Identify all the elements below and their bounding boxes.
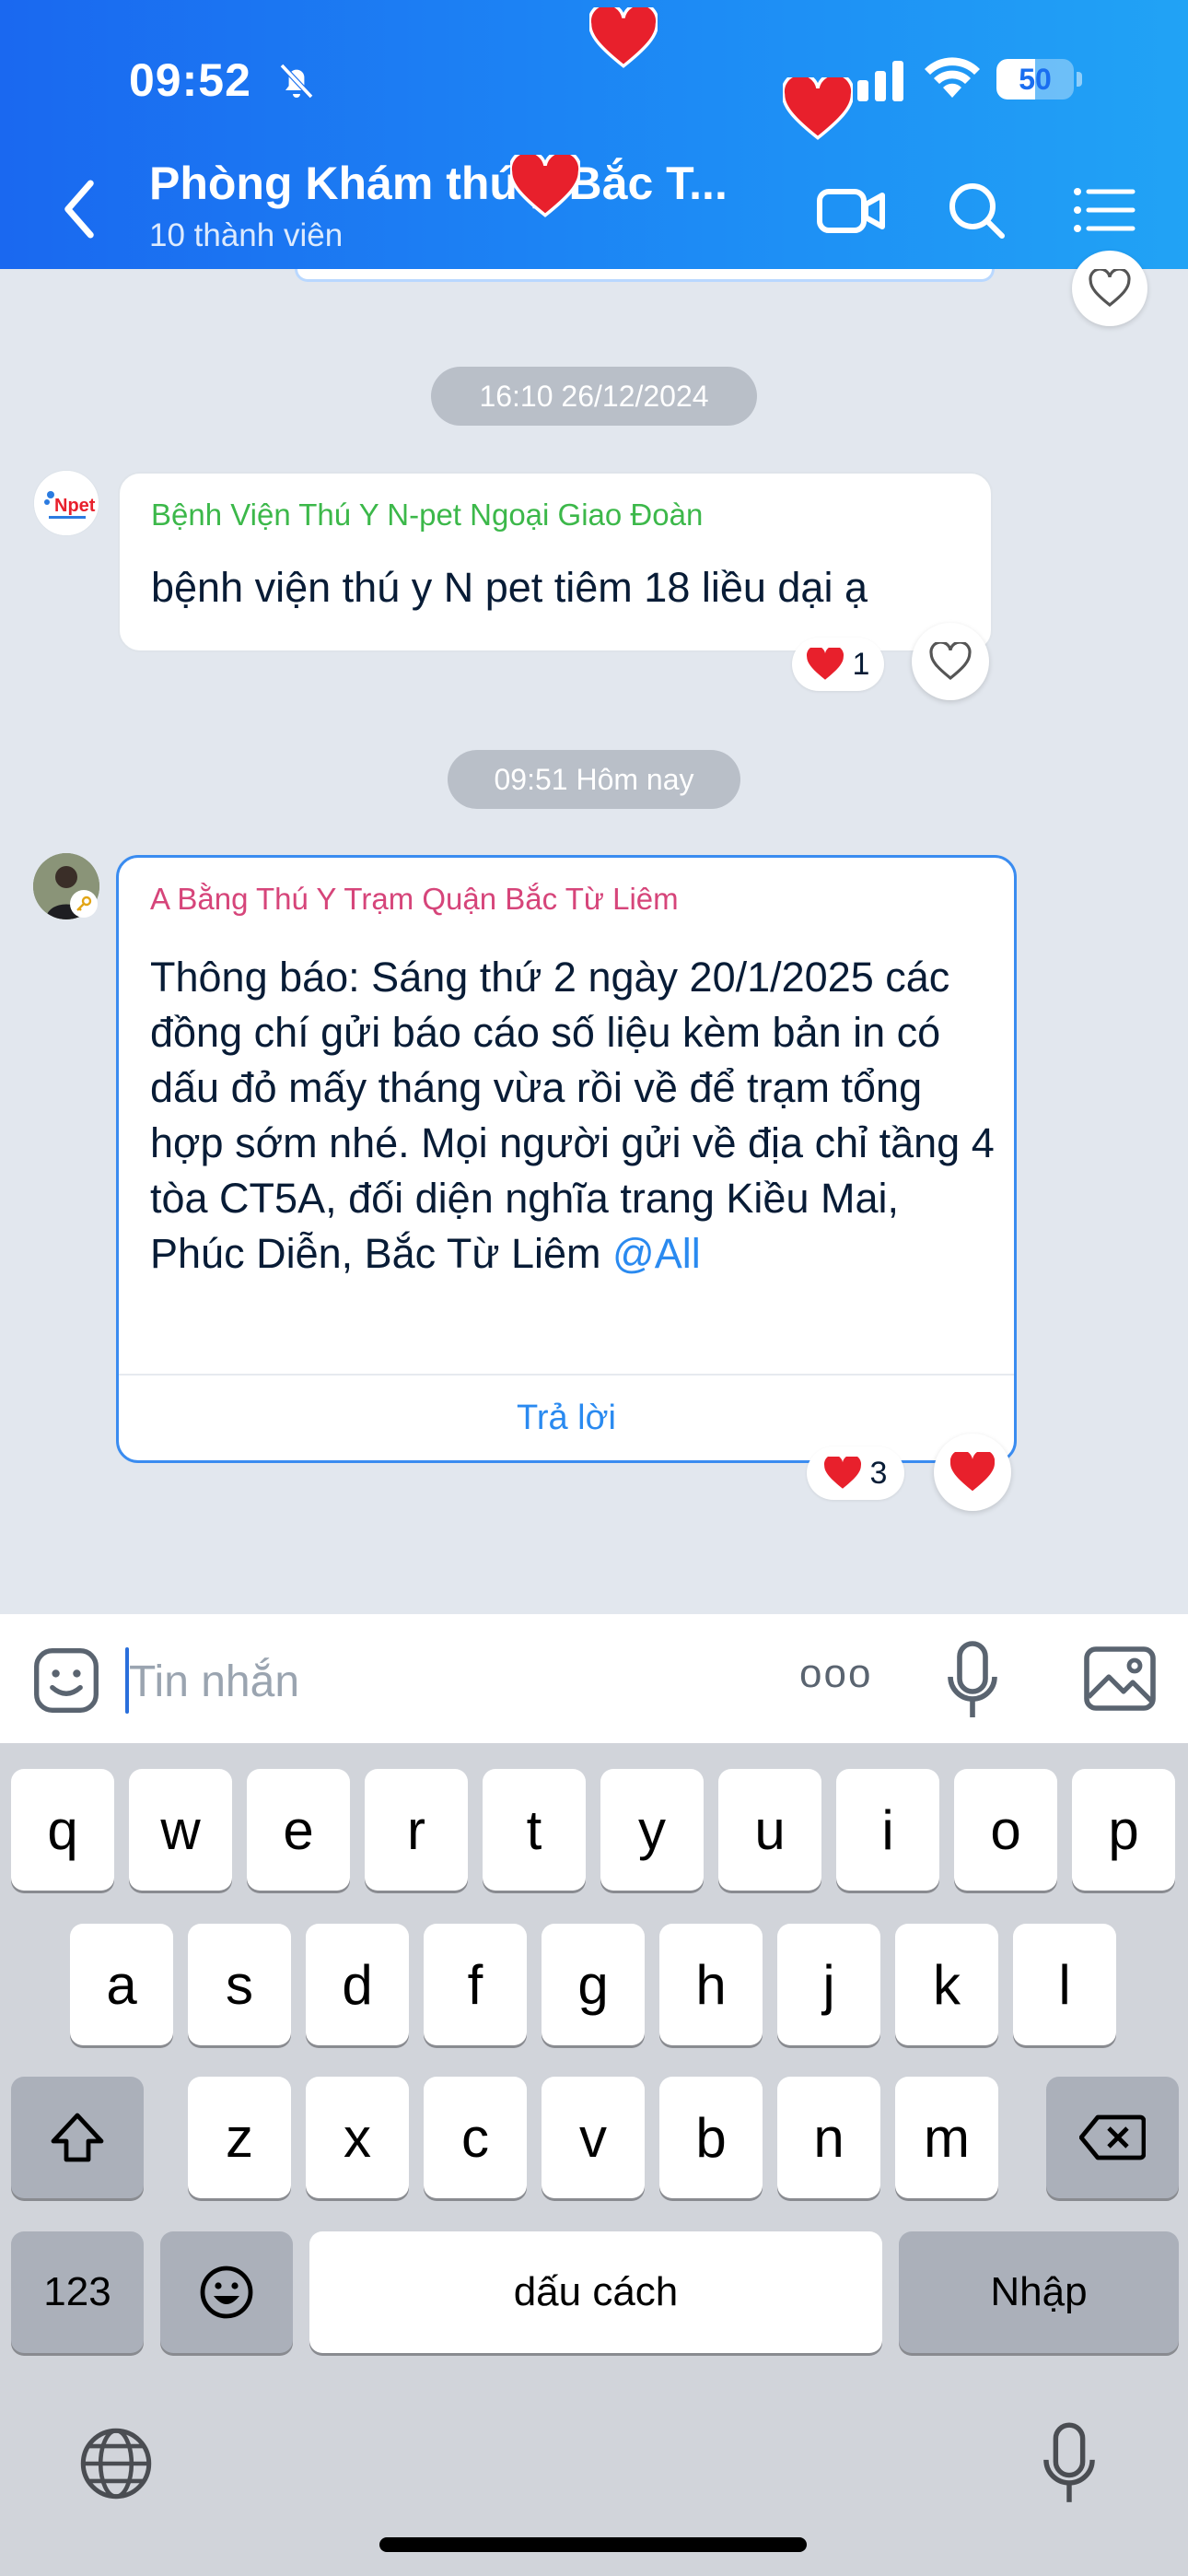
- react-heart-button-active[interactable]: [934, 1434, 1011, 1511]
- space-key[interactable]: dấu cách: [309, 2231, 882, 2353]
- battery-percent: 50: [1019, 63, 1052, 96]
- key-m[interactable]: m: [895, 2077, 998, 2198]
- timestamp-divider: 09:51 Hôm nay: [448, 750, 740, 809]
- previous-message-bubble: [295, 269, 995, 282]
- key-l[interactable]: l: [1013, 1924, 1116, 2045]
- sender-avatar[interactable]: Npet: [33, 470, 99, 536]
- key-j[interactable]: j: [777, 1924, 880, 2045]
- shift-arrow-icon: [51, 2113, 104, 2162]
- key-s[interactable]: s: [188, 1924, 291, 2045]
- mention-all-link[interactable]: @All: [612, 1230, 701, 1277]
- globe-icon[interactable]: [77, 2425, 155, 2502]
- message-bubble[interactable]: Bệnh Viện Thú Y N-pet Ngoại Giao Đoàn bệ…: [118, 472, 993, 652]
- shift-key[interactable]: [11, 2077, 144, 2198]
- reaction-count: 3: [869, 1455, 888, 1491]
- backspace-key[interactable]: [1046, 2077, 1179, 2198]
- emoji-key[interactable]: [160, 2231, 293, 2353]
- heart-outline-icon: [1089, 269, 1131, 307]
- key-p[interactable]: p: [1072, 1769, 1175, 1891]
- key-q[interactable]: q: [11, 1769, 114, 1891]
- key-x[interactable]: x: [306, 2077, 409, 2198]
- search-icon[interactable]: [939, 175, 1013, 245]
- heart-outline-icon: [929, 642, 972, 680]
- key-b[interactable]: b: [659, 2077, 763, 2198]
- status-time: 09:52: [129, 54, 251, 106]
- message-text: bệnh viện thú y N pet tiêm 18 liều dại ạ: [151, 564, 868, 611]
- key-u[interactable]: u: [718, 1769, 821, 1891]
- battery-indicator: 50: [996, 59, 1082, 100]
- floating-heart-icon: [589, 7, 658, 68]
- key-f[interactable]: f: [424, 1924, 527, 2045]
- key-k[interactable]: k: [895, 1924, 998, 2045]
- key-z[interactable]: z: [188, 2077, 291, 2198]
- heart-icon: [806, 648, 844, 680]
- npet-logo-icon: Npet: [34, 471, 99, 535]
- key-icon: [76, 896, 92, 911]
- more-options-button[interactable]: ooo: [799, 1651, 872, 1697]
- message-bubble-highlighted[interactable]: A Bằng Thú Y Trạm Quận Bắc Từ Liêm Thông…: [116, 855, 1017, 1463]
- onscreen-keyboard: 123 dấu cách Nhập qwertyuiop asdfghjkl zxc…: [0, 1743, 1188, 2576]
- key-a[interactable]: a: [70, 1924, 173, 2045]
- key-v[interactable]: v: [542, 2077, 645, 2198]
- key-d[interactable]: d: [306, 1924, 409, 2045]
- message-body: Thông báo: Sáng thứ 2 ngày 20/1/2025 các…: [150, 954, 995, 1277]
- reaction-summary[interactable]: 1: [792, 638, 884, 691]
- react-heart-button[interactable]: [1072, 251, 1147, 326]
- sender-name[interactable]: Bệnh Viện Thú Y N-pet Ngoại Giao Đoàn: [151, 498, 703, 533]
- bell-off-icon: [279, 63, 314, 100]
- key-i[interactable]: i: [836, 1769, 939, 1891]
- reaction-count: 1: [852, 646, 870, 682]
- dictation-microphone-icon[interactable]: [1041, 2421, 1098, 2506]
- key-o[interactable]: o: [954, 1769, 1057, 1891]
- menu-list-icon[interactable]: [1068, 175, 1142, 245]
- key-w[interactable]: w: [129, 1769, 232, 1891]
- key-h[interactable]: h: [659, 1924, 763, 2045]
- key-r[interactable]: r: [365, 1769, 468, 1891]
- back-chevron-icon[interactable]: [52, 177, 107, 241]
- key-t[interactable]: t: [483, 1769, 586, 1891]
- key-g[interactable]: g: [542, 1924, 645, 2045]
- numbers-key[interactable]: 123: [11, 2231, 144, 2353]
- floating-heart-icon: [510, 155, 580, 217]
- sticker-emoji-icon[interactable]: [31, 1645, 101, 1715]
- sender-name[interactable]: A Bằng Thú Y Trạm Quận Bắc Từ Liêm: [150, 882, 679, 917]
- key-y[interactable]: y: [600, 1769, 704, 1891]
- home-indicator: [379, 2537, 807, 2552]
- backspace-icon: [1079, 2114, 1146, 2160]
- group-title[interactable]: Phòng Khám thú y Bắc T...: [149, 157, 757, 210]
- key-e[interactable]: e: [247, 1769, 350, 1891]
- key-c[interactable]: c: [424, 2077, 527, 2198]
- message-input[interactable]: [129, 1649, 681, 1714]
- key-n[interactable]: n: [777, 2077, 880, 2198]
- avatar-logo-text: Npet: [54, 496, 96, 516]
- member-count[interactable]: 10 thành viên: [149, 217, 343, 254]
- react-heart-button[interactable]: [912, 623, 989, 700]
- heart-filled-icon: [950, 1452, 995, 1492]
- microphone-icon[interactable]: [947, 1640, 998, 1721]
- timestamp-divider: 16:10 26/12/2024: [431, 367, 757, 426]
- wifi-icon: [925, 57, 980, 98]
- floating-heart-icon: [783, 77, 853, 140]
- message-text: Thông báo: Sáng thứ 2 ngày 20/1/2025 các…: [150, 950, 997, 1282]
- reaction-summary[interactable]: 3: [807, 1446, 904, 1500]
- message-composer: ooo: [0, 1614, 1188, 1743]
- emoji-face-icon: [200, 2266, 253, 2319]
- image-gallery-icon[interactable]: [1083, 1645, 1157, 1712]
- admin-key-badge: [70, 890, 98, 918]
- heart-icon: [823, 1457, 861, 1489]
- video-call-icon[interactable]: [814, 175, 888, 245]
- return-key[interactable]: Nhập: [899, 2231, 1179, 2353]
